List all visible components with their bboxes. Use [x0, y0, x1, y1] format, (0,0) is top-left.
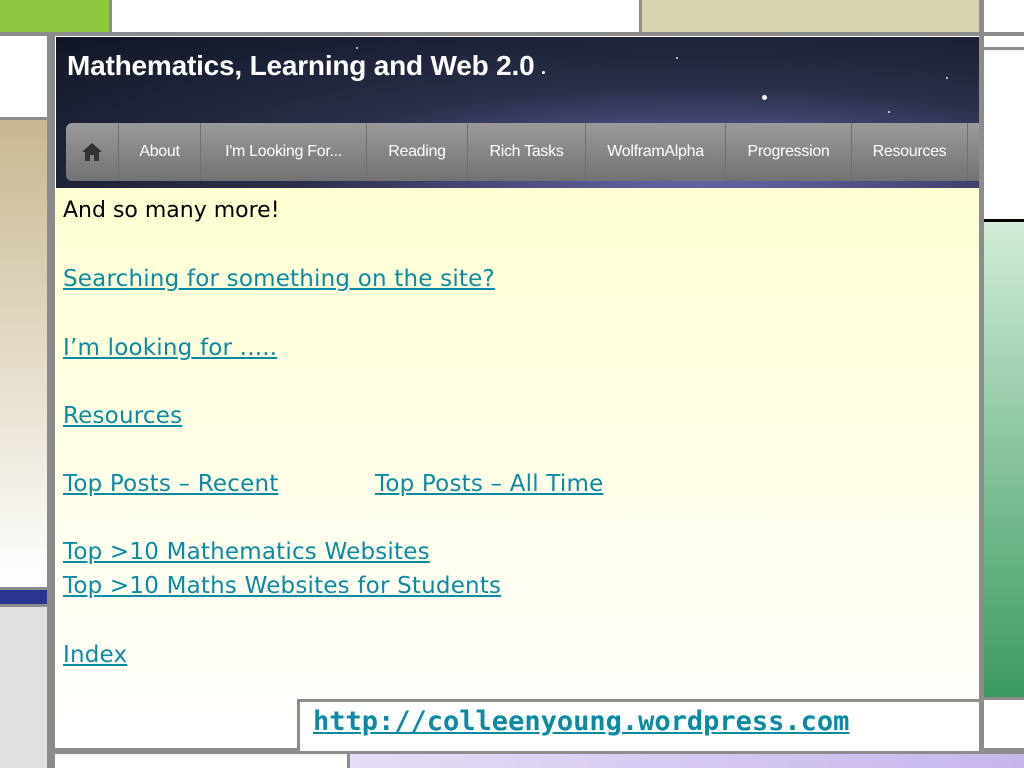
link-searching[interactable]: Searching for something on the site?	[63, 266, 495, 292]
right-hline-2	[984, 47, 1024, 50]
bottom-lavender-block	[350, 754, 1024, 768]
left-gray-block	[0, 607, 47, 768]
nav-about[interactable]: About	[119, 123, 201, 181]
link-top-posts-recent[interactable]: Top Posts – Recent	[63, 471, 278, 497]
right-hline-3	[984, 697, 1024, 700]
link-top-posts-all-time[interactable]: Top Posts – All Time	[375, 471, 603, 497]
star	[356, 47, 358, 49]
right-mint-block	[984, 222, 1024, 698]
link-looking-for[interactable]: I’m looking for .....	[63, 335, 277, 361]
site-title[interactable]: Mathematics, Learning and Web 2.0	[67, 50, 535, 82]
website-header: Mathematics, Learning and Web 2.0 About …	[56, 37, 979, 188]
frame-top-line	[0, 32, 1024, 36]
star	[676, 57, 678, 59]
nav-progression[interactable]: Progression	[726, 123, 852, 181]
left-frame-line	[47, 32, 55, 768]
nav-bar: About I'm Looking For... Reading Rich Ta…	[66, 123, 979, 181]
left-tan-gradient-block	[0, 120, 47, 588]
bottom-vline	[347, 754, 350, 768]
site-url-link[interactable]: http://colleenyoung.wordpress.com	[313, 706, 849, 737]
home-icon	[82, 143, 102, 161]
nav-looking-for[interactable]: I'm Looking For...	[201, 123, 367, 181]
link-resources[interactable]: Resources	[63, 403, 182, 429]
left-navy-block	[0, 590, 47, 604]
intro-text: And so many more!	[63, 198, 280, 223]
link-index[interactable]: Index	[63, 642, 127, 668]
link-top-student-websites[interactable]: Top >10 Maths Websites for Students	[63, 573, 501, 599]
star	[888, 111, 890, 113]
top-left-green-block	[0, 0, 110, 33]
nav-rich-tasks[interactable]: Rich Tasks	[468, 123, 586, 181]
nav-wolframalpha[interactable]: WolframAlpha	[586, 123, 726, 181]
star	[762, 95, 767, 100]
top-olive-block	[641, 0, 979, 33]
link-top-math-websites[interactable]: Top >10 Mathematics Websites	[63, 539, 430, 565]
frame-vline-2	[639, 0, 642, 34]
nav-resources[interactable]: Resources	[852, 123, 968, 181]
frame-vline-1	[109, 0, 112, 34]
star	[542, 71, 545, 74]
nav-home[interactable]	[66, 123, 119, 181]
right-hline-1	[984, 33, 1024, 36]
star	[946, 77, 948, 79]
nav-reading[interactable]: Reading	[367, 123, 468, 181]
